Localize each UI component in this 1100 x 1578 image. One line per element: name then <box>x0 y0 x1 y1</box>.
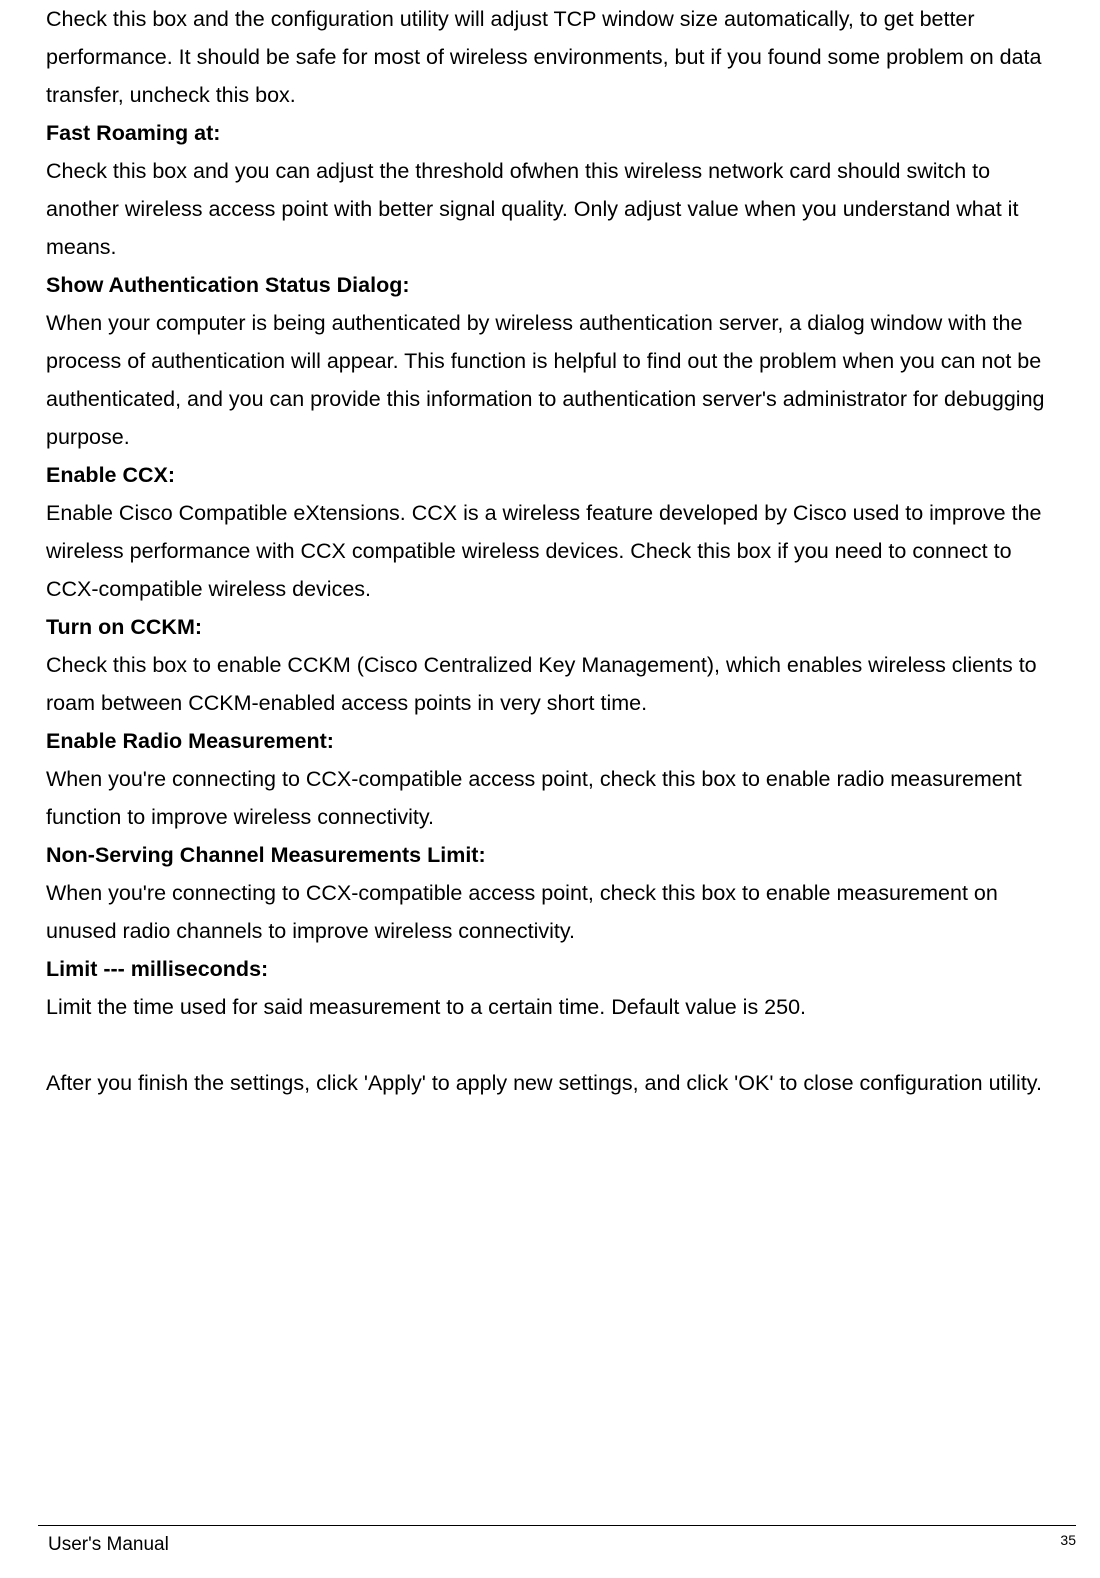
paragraph-non-serving: When you're connecting to CCX-compatible… <box>46 874 1060 950</box>
heading-turn-on-cckm: Turn on CCKM: <box>46 608 1060 646</box>
paragraph-enable-ccx: Enable Cisco Compatible eXtensions. CCX … <box>46 494 1060 608</box>
footer-divider <box>38 1525 1076 1526</box>
heading-fast-roaming: Fast Roaming at: <box>46 114 1060 152</box>
page-number: 35 <box>1060 1532 1076 1548</box>
document-body: Check this box and the configuration uti… <box>46 0 1060 1102</box>
document-page: Check this box and the configuration uti… <box>0 0 1100 1578</box>
paragraph-auth-status: When your computer is being authenticate… <box>46 304 1060 456</box>
paragraph-limit-ms: Limit the time used for said measurement… <box>46 988 1060 1026</box>
paragraph-radio-measurement: When you're connecting to CCX-compatible… <box>46 760 1060 836</box>
paragraph-turn-on-cckm: Check this box to enable CCKM (Cisco Cen… <box>46 646 1060 722</box>
paragraph-tcp-window: Check this box and the configuration uti… <box>46 0 1060 114</box>
heading-limit-ms: Limit --- milliseconds: <box>46 950 1060 988</box>
paragraph-fast-roaming: Check this box and you can adjust the th… <box>46 152 1060 266</box>
heading-non-serving: Non-Serving Channel Measurements Limit: <box>46 836 1060 874</box>
heading-enable-ccx: Enable CCX: <box>46 456 1060 494</box>
spacer <box>46 1026 1060 1064</box>
paragraph-after-settings: After you finish the settings, click 'Ap… <box>46 1064 1060 1102</box>
heading-radio-measurement: Enable Radio Measurement: <box>46 722 1060 760</box>
heading-auth-status: Show Authentication Status Dialog: <box>46 266 1060 304</box>
footer-title: User's Manual <box>48 1534 169 1556</box>
